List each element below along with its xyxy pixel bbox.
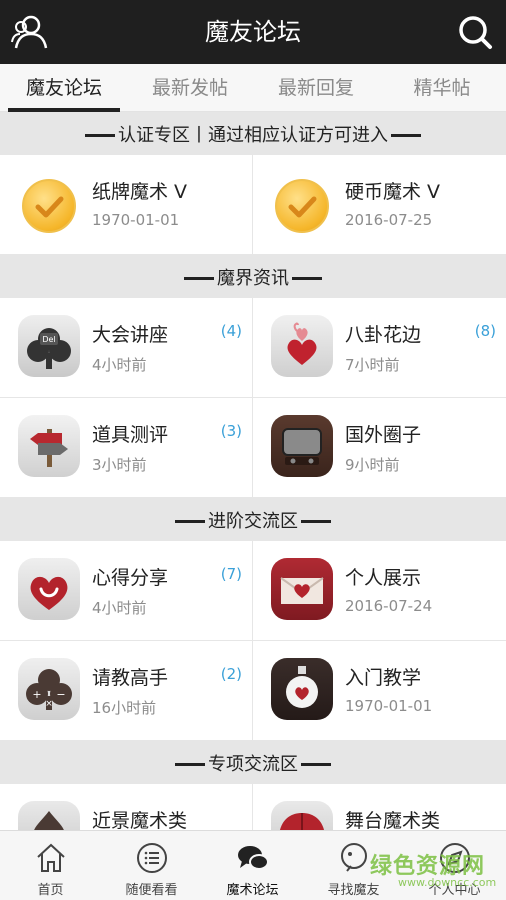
header-underline-right [292, 268, 322, 280]
forum-time: 16小时前 [92, 699, 157, 717]
header-underline-right [301, 754, 331, 766]
svg-text:×: × [45, 699, 53, 709]
red-umbrella-icon [271, 801, 333, 830]
forum-name: 心得分享 [92, 567, 169, 589]
tab-featured[interactable]: 精华帖 [386, 64, 498, 112]
forum-name: 近景魔术类 [92, 810, 188, 830]
forum-name: 道具测评 [92, 424, 169, 446]
forum-time: 7小时前 [345, 356, 400, 374]
svg-text:−: − [56, 688, 65, 701]
header-underline-left [175, 511, 205, 523]
forum-item-close-up-magic[interactable]: 近景魔术类 [0, 784, 253, 830]
forum-row: Del 大会讲座 4小时前 (4) 八卦花边 7小时前 (8) [0, 298, 506, 398]
section-title: 进阶交流区 [208, 510, 298, 532]
forum-name: 舞台魔术类 [345, 810, 441, 830]
heart-smile-icon [18, 558, 80, 620]
check-badge-icon [275, 179, 329, 233]
forum-name: 八卦花边 [345, 324, 422, 346]
list-icon [137, 843, 167, 873]
forum-time: 1970-01-01 [92, 211, 180, 229]
forum-row: + − × 请教高手 16小时前 (2) 入门教学 1970-01-01 [0, 641, 506, 741]
header-underline-right [301, 511, 331, 523]
nav-label: 魔术论坛 [226, 883, 279, 898]
forum-item-lectures[interactable]: Del 大会讲座 4小时前 (4) [0, 298, 253, 397]
forum-row: 道具测评 3小时前 (3) 国外圈子 9小时前 [0, 398, 506, 498]
header-underline-left [175, 754, 205, 766]
nav-home[interactable]: 首页 [0, 831, 101, 900]
top-bar: 魔友论坛 [0, 0, 506, 64]
section-title: 专项交流区 [208, 753, 298, 775]
tab-latest-replies[interactable]: 最新回复 [260, 64, 372, 112]
header-underline-right [391, 125, 421, 137]
forum-time: 3小时前 [92, 456, 147, 474]
svg-text:Del: Del [42, 335, 55, 344]
page-title: 魔友论坛 [205, 18, 301, 46]
chat-bubbles-icon [238, 846, 269, 870]
section-header: 认证专区丨通过相应认证方可进入 [0, 112, 506, 155]
club-card-icon: Del [18, 315, 80, 377]
section-title: 认证专区丨通过相应认证方可进入 [118, 124, 388, 146]
forum-row: 心得分享 4小时前 (7) 个人展示 2016-07-24 [0, 541, 506, 641]
forum-item-coin-magic[interactable]: 硬币魔术 V 2016-07-25 [253, 155, 506, 254]
nav-forum[interactable]: 魔术论坛 [202, 831, 303, 900]
forum-name: 大会讲座 [92, 324, 169, 346]
check-badge-icon [22, 179, 76, 233]
section-header: 魔界资讯 [0, 255, 506, 298]
header-underline-left [85, 125, 115, 137]
tv-icon [271, 415, 333, 477]
post-count-badge: (2) [220, 665, 242, 683]
forum-item-experience-sharing[interactable]: 心得分享 4小时前 (7) [0, 541, 253, 640]
forum-time: 2016-07-25 [345, 211, 433, 229]
forum-item-beginner-tutorials[interactable]: 入门教学 1970-01-01 [253, 641, 506, 740]
forum-row: 近景魔术类 舞台魔术类 [0, 784, 506, 830]
forum-name: 国外圈子 [345, 424, 422, 446]
forum-time: 9小时前 [345, 456, 400, 474]
post-count-badge: (8) [474, 322, 496, 340]
forum-name: 纸牌魔术 V [92, 181, 188, 203]
nav-label: 寻找魔友 [327, 883, 380, 898]
tab-forum[interactable]: 魔友论坛 [8, 64, 120, 112]
forum-item-stage-magic[interactable]: 舞台魔术类 [253, 784, 506, 830]
forum-name: 个人展示 [345, 567, 422, 589]
forum-name: 硬币魔术 V [345, 181, 441, 203]
forum-item-ask-experts[interactable]: + − × 请教高手 16小时前 (2) [0, 641, 253, 740]
heart-envelope-icon [271, 558, 333, 620]
forum-item-card-magic[interactable]: 纸牌魔术 V 1970-01-01 [0, 155, 253, 254]
forum-time: 1970-01-01 [345, 697, 433, 715]
forum-name: 请教高手 [92, 667, 169, 689]
home-icon [37, 843, 65, 872]
forum-time: 4小时前 [92, 599, 147, 617]
signpost-icon [18, 415, 80, 477]
nav-label: 首页 [37, 883, 64, 898]
post-count-badge: (3) [220, 422, 242, 440]
section-title: 魔界资讯 [217, 267, 289, 289]
section-header: 专项交流区 [0, 741, 506, 784]
forum-item-gossip[interactable]: 八卦花边 7小时前 (8) [253, 298, 506, 397]
tab-latest-posts[interactable]: 最新发帖 [134, 64, 246, 112]
forum-name: 入门教学 [345, 667, 422, 689]
spade-icon [18, 801, 80, 830]
section-header: 进阶交流区 [0, 498, 506, 541]
forum-list[interactable]: 认证专区丨通过相应认证方可进入 纸牌魔术 V 1970-01-01 硬币魔术 V… [0, 112, 506, 830]
hearts-icon [271, 315, 333, 377]
header-underline-left [184, 268, 214, 280]
forum-item-personal-showcase[interactable]: 个人展示 2016-07-24 [253, 541, 506, 640]
find-friend-icon [341, 843, 367, 872]
nav-label: 随便看看 [125, 883, 178, 898]
club-calculator-icon: + − × [18, 658, 80, 720]
forum-item-prop-review[interactable]: 道具测评 3小时前 (3) [0, 398, 253, 497]
heart-bottle-icon [271, 658, 333, 720]
watermark-url: www.downcc.com [398, 876, 497, 889]
forum-time: 2016-07-24 [345, 597, 433, 615]
post-count-badge: (7) [220, 565, 242, 583]
forum-row: 纸牌魔术 V 1970-01-01 硬币魔术 V 2016-07-25 [0, 155, 506, 255]
post-count-badge: (4) [220, 322, 242, 340]
svg-text:+: + [32, 688, 41, 701]
forum-time: 4小时前 [92, 356, 147, 374]
forum-item-overseas[interactable]: 国外圈子 9小时前 [253, 398, 506, 497]
search-icon[interactable] [454, 12, 496, 52]
tab-bar: 魔友论坛 最新发帖 最新回复 精华帖 [0, 64, 506, 112]
nav-browse[interactable]: 随便看看 [101, 831, 202, 900]
